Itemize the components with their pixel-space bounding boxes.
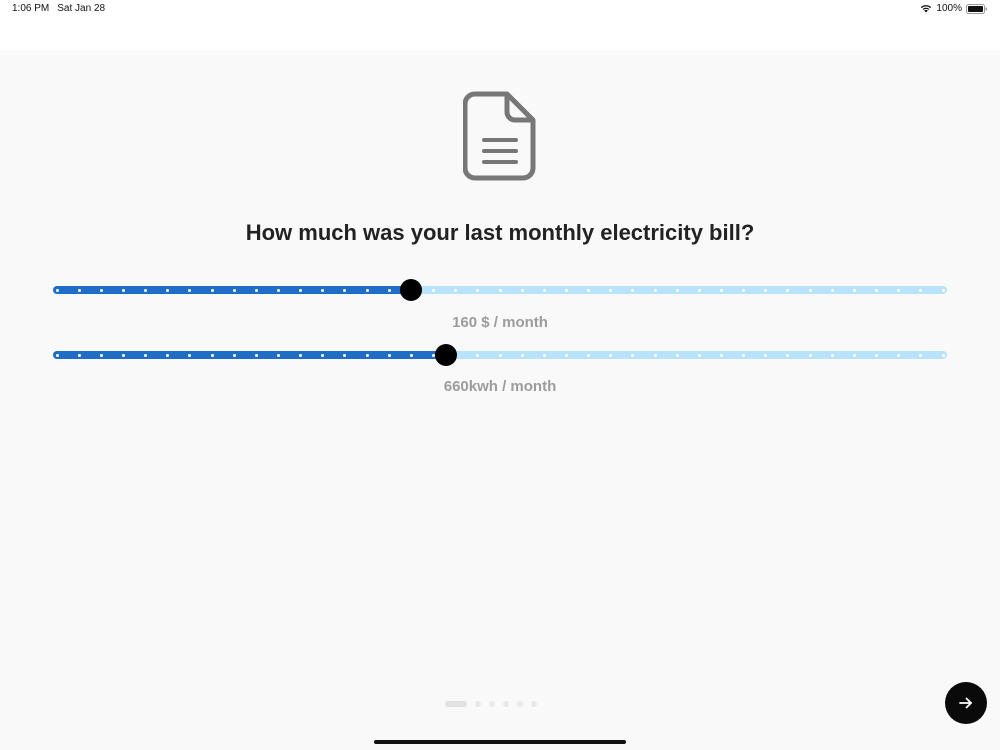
page-dot (489, 701, 495, 707)
slider-tick (520, 353, 524, 357)
slider-tick (941, 288, 945, 292)
slider-tick (55, 288, 59, 292)
bill-amount-value: 160 $ / month (452, 314, 548, 331)
slider-tick (299, 353, 303, 357)
battery-percent: 100% (936, 3, 962, 14)
slider-tick (564, 353, 568, 357)
slider-tick (720, 353, 723, 357)
slider-tick (697, 353, 701, 357)
slider-tick (542, 288, 546, 292)
slider-tick (454, 288, 458, 292)
slider-tick (387, 353, 391, 357)
slider-tick (166, 353, 170, 357)
page-dot (517, 701, 523, 707)
slider-tick (254, 288, 258, 292)
status-date: Sat Jan 28 (57, 3, 106, 14)
slider-tick (232, 288, 236, 292)
slider-tick (321, 353, 325, 357)
slider-tick (144, 353, 148, 357)
page-dot (503, 701, 509, 707)
page-dot (531, 701, 537, 707)
slider-thumb[interactable] (435, 344, 458, 366)
page-dot (445, 701, 467, 707)
slider-thumb[interactable] (399, 279, 422, 301)
slider-tick (254, 353, 258, 357)
slider-tick (609, 353, 613, 357)
slider-tick (675, 353, 679, 357)
slider-tick (653, 353, 657, 357)
slider-tick (587, 353, 591, 357)
home-indicator (374, 740, 626, 744)
page-indicator (445, 701, 537, 707)
battery-icon (966, 3, 988, 14)
status-right: 100% (920, 3, 988, 14)
wifi-icon (920, 4, 932, 13)
slider-tick (277, 353, 280, 357)
slider-tick (808, 353, 812, 357)
slider-tick (55, 353, 59, 357)
slider-tick (277, 288, 280, 292)
bill-amount-slider[interactable] (53, 278, 947, 302)
slider-tick (830, 288, 834, 292)
slider-tick (144, 288, 148, 292)
slider-tick (564, 288, 568, 292)
slider-tick (830, 353, 834, 357)
slider-tick (941, 353, 945, 357)
status-left: 1:06 PM Sat Jan 28 (12, 3, 105, 14)
slider-tick (498, 288, 502, 292)
slider-tick (210, 288, 214, 292)
slider-tick (77, 288, 81, 292)
energy-usage-slider[interactable] (53, 343, 947, 367)
slider-tick (409, 353, 413, 357)
energy-usage-value: 660kwh / month (443, 378, 557, 395)
slider-tick (609, 288, 613, 292)
slider-tick (897, 288, 901, 292)
slider-tick (99, 353, 103, 357)
slider-tick (653, 288, 657, 292)
slider-tick (365, 288, 369, 292)
slider-tick (808, 288, 812, 292)
slider-track-fill[interactable] (53, 286, 411, 294)
slider-tick (498, 353, 502, 357)
slider-tick (365, 353, 369, 357)
slider-tick (121, 288, 125, 292)
slider-tick (299, 288, 303, 292)
slider-tick (875, 353, 879, 357)
document-icon (462, 90, 537, 182)
slider-tick (742, 353, 746, 357)
slider-tick (432, 288, 436, 292)
slider-tick (875, 288, 879, 292)
slider-tick (897, 353, 901, 357)
slider-tick (321, 288, 325, 292)
slider-tick (764, 353, 768, 357)
next-button[interactable] (945, 682, 987, 724)
slider-tick (210, 353, 214, 357)
slider-tick (764, 288, 768, 292)
status-bar: 1:06 PM Sat Jan 28 100% (0, 0, 1000, 50)
slider-tick (99, 288, 103, 292)
slider-tick (387, 288, 391, 292)
slider-tick (121, 353, 125, 357)
slider-tick (852, 353, 856, 357)
slider-tick (542, 353, 546, 357)
slider-tick (77, 353, 81, 357)
page-dot (475, 701, 481, 707)
slider-tick (742, 288, 746, 292)
slider-tick (587, 288, 591, 292)
slider-tick (166, 288, 170, 292)
slider-tick (520, 288, 524, 292)
arrow-right-icon (959, 697, 972, 709)
status-time: 1:06 PM (12, 3, 50, 14)
slider-tick (697, 288, 701, 292)
slider-tick (675, 288, 679, 292)
slider-tick (852, 288, 856, 292)
slider-tick (232, 353, 236, 357)
question-title: How much was your last monthly electrici… (245, 220, 755, 245)
slider-tick (720, 288, 723, 292)
